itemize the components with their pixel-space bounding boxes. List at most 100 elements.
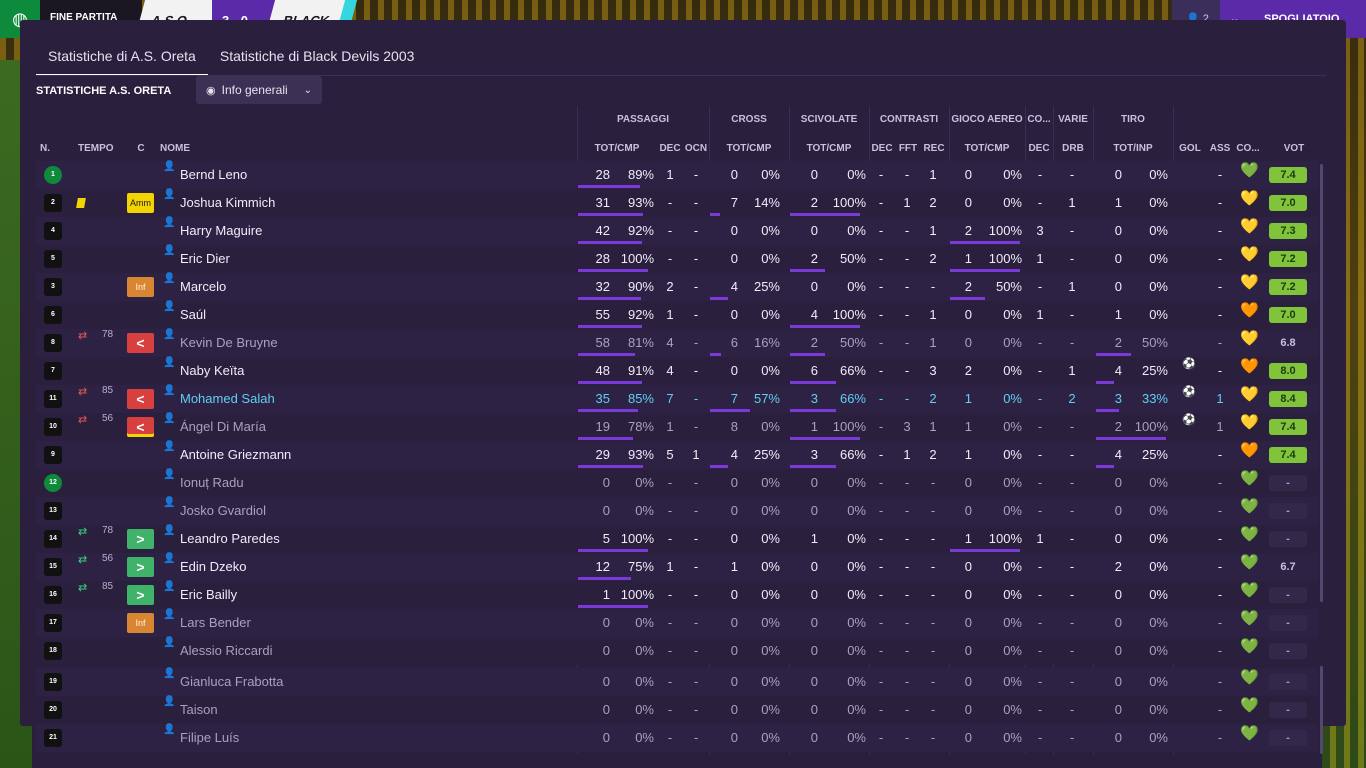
player-name[interactable]: Eric Bailly bbox=[180, 581, 237, 609]
col-header-tempo[interactable]: TEMPO bbox=[78, 143, 118, 154]
col-header-condition[interactable]: CO... bbox=[1234, 143, 1262, 154]
player-name[interactable]: Eric Dier bbox=[180, 245, 230, 273]
shots-total: 0 bbox=[1114, 531, 1122, 546]
shots-total: 0 bbox=[1114, 587, 1122, 602]
table-row[interactable]: 21 👤 Filipe Luís 0 0% - -0 0% 0 0% - - -0 0% - -0 0% - 💚 - bbox=[36, 724, 1318, 752]
player-name[interactable]: Gianluca Frabotta bbox=[180, 668, 283, 696]
table-row[interactable]: 20 👤 Taison 0 0% - -0 0% 0 0% - - -0 0% - -0 0% - 💚 - bbox=[36, 696, 1318, 724]
substitution-badge[interactable]: < bbox=[127, 389, 154, 409]
injury-badge[interactable]: Inf bbox=[127, 277, 154, 297]
duel-fft: - bbox=[904, 503, 910, 518]
tab-home-stats[interactable]: Statistiche di A.S. Oreta bbox=[36, 44, 208, 76]
substitution-badge[interactable]: > bbox=[127, 529, 154, 549]
col-header-ocn[interactable]: OCN bbox=[684, 143, 708, 154]
col-header-ass[interactable]: ASS bbox=[1206, 143, 1234, 154]
view-dropdown[interactable]: ◉ Info generali ⌄ bbox=[196, 76, 322, 104]
table-row[interactable]: 8 ⇄ 78 < 👤 Kevin De Bruyne 58 81% 4-6 16% 2 50% - -1 0… bbox=[36, 329, 1318, 357]
player-name[interactable]: Filipe Luís bbox=[180, 724, 239, 752]
pass-pct: 0% bbox=[635, 702, 654, 717]
tab-away-stats[interactable]: Statistiche di Black Devils 2003 bbox=[208, 44, 427, 76]
player-name[interactable]: Josko Gvardiol bbox=[180, 497, 266, 525]
col-header-gol[interactable]: GOL bbox=[1176, 143, 1204, 154]
table-row[interactable]: 19 👤 Gianluca Frabotta 0 0% - -0 0% 0 0% - - -0 0% - -0… bbox=[36, 668, 1318, 696]
table-row[interactable]: 4 👤 Harry Maguire 42 92% - -0 0% 0 0% - -1 2 100% 3-0 0… bbox=[36, 217, 1318, 245]
table-row[interactable]: 14 ⇄ 78 > 👤 Leandro Paredes 5 100% - -0 0% 1 0% - - -1 1… bbox=[36, 525, 1318, 553]
pass-ocn: - bbox=[693, 702, 699, 717]
person-icon: 👤 bbox=[163, 609, 176, 620]
player-name[interactable]: Ángel Di María bbox=[180, 413, 266, 441]
substitution-badge[interactable]: < bbox=[127, 417, 154, 437]
table-row[interactable]: 12 👤 Ionuț Radu 0 0% - -0 0% 0 0% - - -0 0% - -0 0% - 💚 - bbox=[36, 469, 1318, 497]
shots-total: 1 bbox=[1114, 307, 1122, 322]
goal-ball-icon: ⚽ bbox=[1182, 414, 1196, 426]
scrollbar[interactable] bbox=[1320, 666, 1323, 754]
dribbles: - bbox=[1069, 503, 1075, 518]
player-name[interactable]: Leandro Paredes bbox=[180, 525, 280, 553]
player-name[interactable]: Ionuț Radu bbox=[180, 469, 244, 497]
morale-icon: 💛 bbox=[1240, 386, 1259, 403]
table-row[interactable]: 15 ⇄ 56 > 👤 Edin Dzeko 12 75% 1-1 0% 0 0% - - -0 0% - -2 0… bbox=[36, 553, 1318, 581]
player-name[interactable]: Taison bbox=[180, 696, 218, 724]
player-name[interactable]: Marcelo bbox=[180, 273, 226, 301]
cross-total: 0 bbox=[730, 251, 738, 266]
cross-pct: 0% bbox=[761, 419, 780, 434]
col-header-rec[interactable]: REC bbox=[922, 143, 946, 154]
player-name[interactable]: Joshua Kimmich bbox=[180, 189, 275, 217]
table-row[interactable]: 3 Inf 👤 Marcelo 32 90% 2-4 25% 0 0% - - -2 50% -1 0 0% - 💛… bbox=[36, 273, 1318, 301]
table-row[interactable]: 10 ⇄ 56 < 👤 Ángel Di María 19 78% 1-8 0% 1 100% -3 1 1… bbox=[36, 413, 1318, 441]
table-row[interactable]: 5 👤 Eric Dier 28 100% - -0 0% 2 50% - -2 1 100% 1-0 0% -… bbox=[36, 245, 1318, 273]
player-name[interactable]: Edin Dzeko bbox=[180, 553, 246, 581]
col-header-co-dec[interactable]: DEC bbox=[1026, 143, 1052, 154]
table-row[interactable]: 1 👤 Bernd Leno 28 89% 1-0 0% 0 0% - -1 0 0% - -0 0% - 💚 7.… bbox=[36, 161, 1318, 189]
booking-badge[interactable]: Amm bbox=[127, 193, 154, 213]
substitution-badge[interactable]: > bbox=[127, 557, 154, 577]
col-header-c[interactable]: C bbox=[134, 143, 148, 154]
table-row[interactable]: 9 👤 Antoine Griezmann 29 93% 5 1 4 25% 3 66% -1 2 1 0%… bbox=[36, 441, 1318, 469]
player-name[interactable]: Kevin De Bruyne bbox=[180, 329, 278, 357]
table-row[interactable]: 13 👤 Josko Gvardiol 0 0% - -0 0% 0 0% - - -0 0% - -0 0% -… bbox=[36, 497, 1318, 525]
col-header-pass-totcmp[interactable]: TOT/CMP bbox=[580, 143, 654, 154]
scrollbar[interactable] bbox=[1320, 164, 1323, 602]
table-row[interactable]: 18 👤 Alessio Riccardi 0 0% - -0 0% 0 0% - - -0 0% - -0 0… bbox=[36, 637, 1318, 665]
col-header-drb[interactable]: DRB bbox=[1054, 143, 1092, 154]
player-rating: 7.0 bbox=[1269, 195, 1307, 211]
col-header-nome[interactable]: NOME bbox=[160, 143, 210, 154]
col-header-cross-totcmp[interactable]: TOT/CMP bbox=[712, 143, 786, 154]
stat-progress-bar bbox=[790, 465, 836, 468]
table-row[interactable]: 16 ⇄ 85 > 👤 Eric Bailly 1 100% - -0 0% 0 0% - - -0 0% - -0… bbox=[36, 581, 1318, 609]
player-name[interactable]: Lars Bender bbox=[180, 609, 251, 637]
col-header-con-dec[interactable]: DEC bbox=[870, 143, 894, 154]
player-name[interactable]: Harry Maguire bbox=[180, 217, 262, 245]
co-dec: - bbox=[1037, 279, 1043, 294]
col-header-n[interactable]: N. bbox=[40, 143, 54, 154]
substitution-badge[interactable]: < bbox=[127, 333, 154, 353]
duel-rec: 3 bbox=[929, 363, 937, 378]
morale-icon: 💛 bbox=[1240, 414, 1259, 431]
player-name[interactable]: Antoine Griezmann bbox=[180, 441, 291, 469]
cross-total: 0 bbox=[730, 615, 738, 630]
col-header-fft[interactable]: FFT bbox=[896, 143, 920, 154]
pass-ocn: - bbox=[693, 307, 699, 322]
player-name[interactable]: Bernd Leno bbox=[180, 161, 247, 189]
col-header-tiro-totinp[interactable]: TOT/INP bbox=[1096, 143, 1170, 154]
shots-total: 0 bbox=[1114, 223, 1122, 238]
col-header-vot[interactable]: VOT bbox=[1272, 143, 1316, 154]
player-name[interactable]: Mohamed Salah bbox=[180, 385, 275, 413]
col-header-pass-dec[interactable]: DEC bbox=[656, 143, 684, 154]
pass-ocn: - bbox=[693, 363, 699, 378]
substitution-badge[interactable]: > bbox=[127, 585, 154, 605]
table-row[interactable]: 2 Amm 👤 Joshua Kimmich 31 93% - -7 14% 2 100% -1 2 0 0… bbox=[36, 189, 1318, 217]
dribbles: 1 bbox=[1068, 195, 1076, 210]
table-row[interactable]: 7 👤 Naby Keïta 48 91% 4-0 0% 6 66% - -3 2 0% -1 4 25% - ⚽… bbox=[36, 357, 1318, 385]
player-name[interactable]: Saúl bbox=[180, 301, 206, 329]
player-name[interactable]: Naby Keïta bbox=[180, 357, 244, 385]
table-row[interactable]: 6 👤 Saúl 55 92% 1-0 0% 4 100% - -1 0 0% 1-1 0% - 🧡 7.0 bbox=[36, 301, 1318, 329]
table-row[interactable]: 11 ⇄ 85 < 👤 Mohamed Salah 35 85% 7-7 57% 3 66% - -2 1 0… bbox=[36, 385, 1318, 413]
morale-icon: 💚 bbox=[1240, 470, 1259, 487]
injury-badge[interactable]: Inf bbox=[127, 613, 154, 633]
player-name[interactable]: Alessio Riccardi bbox=[180, 637, 272, 665]
col-header-aereo-totcmp[interactable]: TOT/CMP bbox=[950, 143, 1024, 154]
table-row[interactable]: 17 Inf 👤 Lars Bender 0 0% - -0 0% 0 0% - - -0 0% - -0 0% -… bbox=[36, 609, 1318, 637]
col-header-sciv-totcmp[interactable]: TOT/CMP bbox=[792, 143, 866, 154]
cross-total: 0 bbox=[730, 167, 738, 182]
